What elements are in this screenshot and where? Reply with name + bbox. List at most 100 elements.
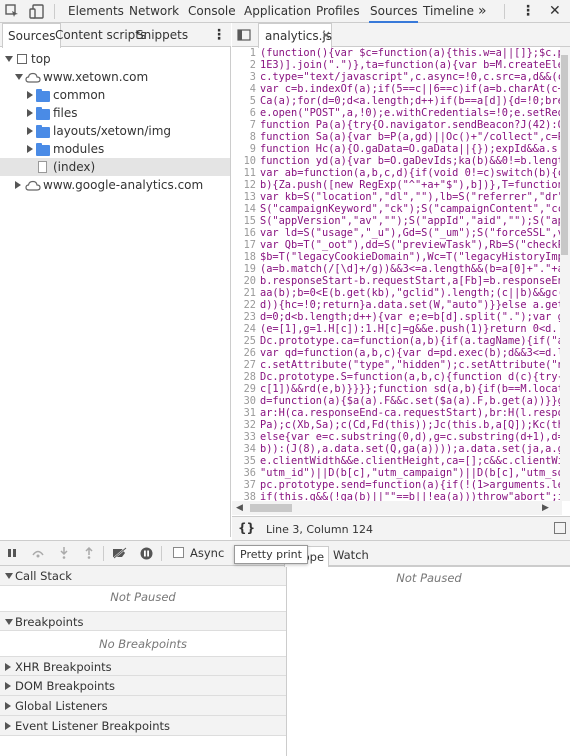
editor-file-tab[interactable]: analytics.js × — [258, 23, 332, 48]
line-number[interactable]: 3 — [232, 71, 260, 83]
tab-sources[interactable]: Sources — [369, 0, 419, 23]
code-line[interactable]: 25 Dc.prototype.ca=function(a,b){if(a.tag… — [232, 335, 570, 347]
code-line[interactable]: 8 function Sa(a){var b=P(a,gd)||Oc()+"/co… — [232, 131, 570, 143]
line-number[interactable]: 32 — [232, 419, 260, 431]
code-line[interactable]: 21 aa(b);b=0<E(b.get(kb),"gclid").length;… — [232, 287, 570, 299]
code-line[interactable]: 11 var ab=function(a,b,c,d){if(void 0!=c)… — [232, 167, 570, 179]
code-line[interactable]: 7 function Pa(a){try{O.navigator.sendBeac… — [232, 119, 570, 131]
line-number[interactable]: 35 — [232, 455, 260, 467]
section-call-stack[interactable]: Call Stack — [0, 566, 286, 586]
scroll-left-icon[interactable]: ◀ — [236, 503, 243, 513]
customize-menu-icon[interactable]: ⋮ — [521, 0, 535, 23]
tab-timeline[interactable]: Timeline — [423, 0, 474, 23]
line-number[interactable]: 27 — [232, 359, 260, 371]
section-breakpoints[interactable]: Breakpoints — [0, 611, 286, 631]
code-line[interactable]: 19 (a=b.match(/[\d]+/g))&&3<=a.length&&(b… — [232, 263, 570, 275]
line-number[interactable]: 22 — [232, 299, 260, 311]
line-number[interactable]: 8 — [232, 131, 260, 143]
async-checkbox[interactable] — [173, 547, 184, 558]
tab-profiles[interactable]: Profiles — [316, 0, 360, 23]
code-line[interactable]: 14 S("campaignKeyword","ck");S("campaignC… — [232, 203, 570, 215]
navigator-menu-icon[interactable]: ⋮ — [212, 23, 226, 47]
line-number[interactable]: 24 — [232, 323, 260, 335]
code-line[interactable]: 38 if(this.g&&(!ga(b)||""==b||!ea(a)))thr… — [232, 491, 570, 501]
code-line[interactable]: 32 Pa);c(Xb,Sa);c(Cd,Fd(this));Jc(this.b,… — [232, 419, 570, 431]
tree-item-file-selected[interactable]: (index) — [0, 158, 230, 176]
section-global-listeners[interactable]: Global Listeners — [0, 696, 286, 716]
device-toolbar-icon[interactable] — [28, 3, 46, 19]
scrollbar-thumb[interactable] — [561, 55, 568, 255]
step-into-icon[interactable] — [57, 546, 71, 560]
code-line[interactable]: 10 function yd(a){var b=O.gaDevIds;ka(b)&… — [232, 155, 570, 167]
tab-content-scripts[interactable]: Content scripts — [55, 23, 146, 47]
code-line[interactable]: 4 var c=b.indexOf(a);if(5==c||6==c)if(a=b… — [232, 83, 570, 95]
more-tabs-icon[interactable]: » — [478, 0, 487, 23]
code-line[interactable]: 13 var kb=S("location","dl",""),lb=S("ref… — [232, 191, 570, 203]
line-number[interactable]: 10 — [232, 155, 260, 167]
code-line[interactable]: 31 ar:H(ca.responseEnd-ca.requestStart),b… — [232, 407, 570, 419]
code-line[interactable]: 20 b.responseStart-b.requestStart,a[Fb]=b… — [232, 275, 570, 287]
line-number[interactable]: 25 — [232, 335, 260, 347]
code-line[interactable]: 30 d=function(a){$a(a).F&&c.set($a(a).F,b… — [232, 395, 570, 407]
scroll-right-icon[interactable]: ▶ — [542, 503, 549, 513]
toggle-navigator-icon[interactable] — [236, 27, 252, 43]
code-line[interactable]: 26 var qd=function(a,b,c){var d=pd.exec(b… — [232, 347, 570, 359]
tree-item-top[interactable]: top — [0, 50, 230, 68]
code-line[interactable]: 36 "utm_id")||D(b[c],"utm_campaign")||D(b… — [232, 467, 570, 479]
line-number[interactable]: 38 — [232, 491, 260, 501]
code-line[interactable]: 22 d)){hc=!0;return}a.data.set(W,"auto")}… — [232, 299, 570, 311]
close-tab-icon[interactable]: × — [321, 28, 331, 42]
code-line[interactable]: 27 c.setAttribute("type","hidden");c.setA… — [232, 359, 570, 371]
tree-item-domain[interactable]: www.google-analytics.com — [0, 176, 230, 194]
code-line[interactable]: 12 b){Za.push([new RegExp("^"+a+"$"),b])}… — [232, 179, 570, 191]
tab-snippets[interactable]: Snippets — [136, 23, 188, 47]
code-line[interactable]: 34 b)):(J(8),a.data.set(Q,ga(a))));a.data… — [232, 443, 570, 455]
line-number[interactable]: 23 — [232, 311, 260, 323]
line-number[interactable]: 17 — [232, 239, 260, 251]
close-devtools-icon[interactable]: ✕ — [549, 0, 561, 23]
step-over-icon[interactable] — [30, 546, 46, 560]
toggle-debugger-icon[interactable] — [554, 522, 566, 534]
code-line[interactable]: 15 S("appVersion","av","");S("appId","aid… — [232, 215, 570, 227]
line-number[interactable]: 9 — [232, 143, 260, 155]
code-line[interactable]: 16 var ld=S("usage","_u"),Gd=S("_um");S("… — [232, 227, 570, 239]
tab-sources-navigator[interactable]: Sources — [2, 23, 62, 48]
line-number[interactable]: 33 — [232, 431, 260, 443]
line-number[interactable]: 28 — [232, 371, 260, 383]
tab-elements[interactable]: Elements — [68, 0, 124, 23]
line-number[interactable]: 18 — [232, 251, 260, 263]
code-line[interactable]: 33 else{var e=c.substring(0,d),g=c.substr… — [232, 431, 570, 443]
pretty-print-icon[interactable]: {} — [238, 521, 255, 535]
line-number[interactable]: 16 — [232, 227, 260, 239]
section-event-listener-breakpoints[interactable]: Event Listener Breakpoints — [0, 716, 286, 736]
line-number[interactable]: 7 — [232, 119, 260, 131]
line-number[interactable]: 14 — [232, 203, 260, 215]
tab-network[interactable]: Network — [129, 0, 179, 23]
code-line[interactable]: 17 var Qb=T("_oot"),dd=S("previewTask"),R… — [232, 239, 570, 251]
line-number[interactable]: 21 — [232, 287, 260, 299]
code-line[interactable]: 35 e.clientWidth&&e.clientHeight,ca=[];c&… — [232, 455, 570, 467]
line-number[interactable]: 37 — [232, 479, 260, 491]
line-number[interactable]: 12 — [232, 179, 260, 191]
line-number[interactable]: 1 — [232, 47, 260, 59]
code-line[interactable]: 2 1E3)].join(".")},ta=function(a){var b=M… — [232, 59, 570, 71]
line-number[interactable]: 31 — [232, 407, 260, 419]
tab-console[interactable]: Console — [188, 0, 236, 23]
line-number[interactable]: 29 — [232, 383, 260, 395]
tree-item-folder[interactable]: common — [0, 86, 230, 104]
code-line[interactable]: 29 c[1])&&rd(e,b)}}}};function sd(a,b){if… — [232, 383, 570, 395]
line-number[interactable]: 6 — [232, 107, 260, 119]
line-number[interactable]: 34 — [232, 443, 260, 455]
code-line[interactable]: 1 (function(){var $c=function(a){this.w=a… — [232, 47, 570, 59]
code-line[interactable]: 3 c.type="text/javascript",c.async=!0,c.s… — [232, 71, 570, 83]
pause-icon[interactable] — [5, 546, 19, 560]
pause-on-exceptions-icon[interactable] — [139, 546, 153, 560]
tree-item-folder[interactable]: files — [0, 104, 230, 122]
tab-watch[interactable]: Watch — [333, 548, 369, 562]
step-out-icon[interactable] — [82, 546, 96, 560]
code-line[interactable]: 28 Dc.prototype.S=function(a,b,c){functio… — [232, 371, 570, 383]
section-xhr-breakpoints[interactable]: XHR Breakpoints — [0, 656, 286, 676]
code-editor[interactable]: 1 (function(){var $c=function(a){this.w=a… — [232, 47, 570, 501]
line-number[interactable]: 20 — [232, 275, 260, 287]
code-line[interactable]: 6 e.open("POST",a,!0);e.withCredentials=!… — [232, 107, 570, 119]
